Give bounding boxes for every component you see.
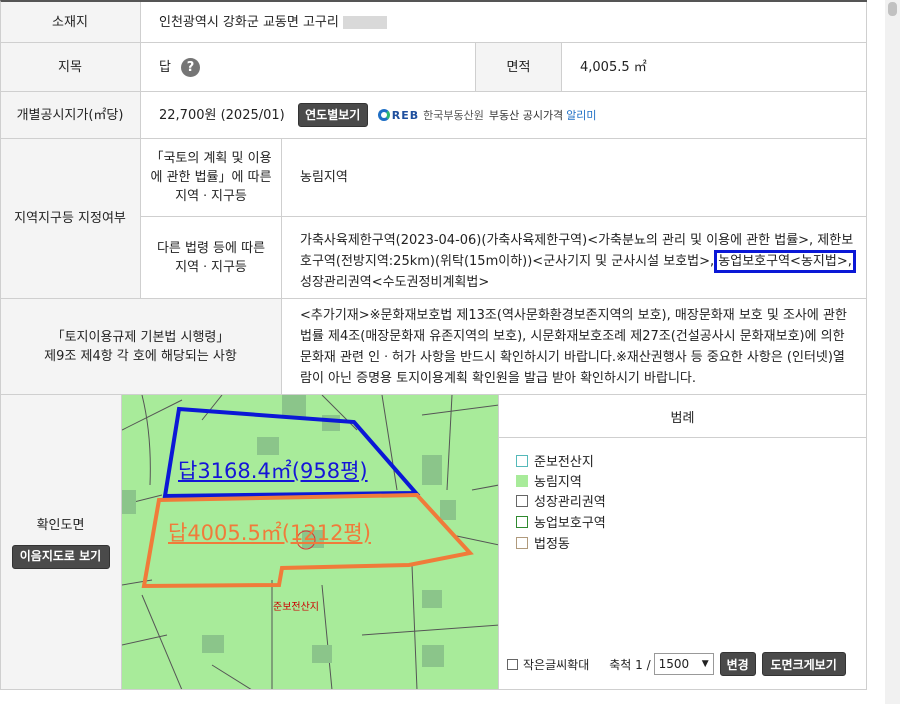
yearly-view-button[interactable]: 연도별보기 bbox=[297, 103, 368, 127]
legend-swatch bbox=[516, 515, 528, 528]
reb-logo-text: REB bbox=[391, 108, 420, 122]
zone-label: 준보전산지 bbox=[273, 602, 319, 613]
map-label: 확인도면 bbox=[36, 517, 85, 533]
legend-title: 범례 bbox=[670, 410, 695, 426]
map-control-bar: 작은글씨확대 축척 1 / 1500 ▼ 변경 도면크게보기 bbox=[507, 652, 862, 676]
reb-link[interactable]: REB 한국부동산원 부동산 공시가격 알리미 bbox=[377, 105, 597, 126]
scale-select-value: 1500 bbox=[658, 657, 690, 671]
national-law-value: 농림지역 bbox=[300, 170, 348, 185]
legend-label: 준보전산지 bbox=[534, 455, 594, 470]
area-cell: 4,005.5 ㎡ bbox=[562, 43, 867, 92]
regulation-header: 「토지이용규제 기본법 시행령」 제9조 제4항 각 호에 해당되는 사항 bbox=[0, 299, 282, 395]
national-law-header: 「국토의 계획 및 이용 에 관한 법률」에 따른 지역ㆍ지구등 bbox=[141, 139, 282, 217]
official-price-cell: 22,700원 (2025/01) 연도별보기 REB 한국부동산원 부동산 공… bbox=[141, 92, 867, 139]
legend-swatch bbox=[516, 536, 528, 549]
legend-swatch bbox=[516, 474, 528, 487]
chevron-down-icon: ▼ bbox=[701, 659, 709, 669]
other-law-cell: 가축사육제한구역(2023-04-06)(가축사육제한구역)<가축분뇨의 관리 … bbox=[282, 217, 867, 299]
scrollbar-thumb[interactable] bbox=[888, 2, 897, 16]
scale-label: 축척 1 / bbox=[609, 657, 651, 672]
map-header: 확인도면 이음지도로 보기 bbox=[0, 395, 122, 690]
legend-label: 법정동 bbox=[534, 537, 570, 552]
other-law-label: 다른 법령 등에 따른 지역ㆍ지구등 bbox=[156, 240, 266, 275]
legend-label: 농림지역 bbox=[534, 475, 582, 490]
small-text-label: 작은글씨확대 bbox=[523, 657, 590, 672]
legend-label: 농업보호구역 bbox=[534, 516, 606, 531]
regulation-cell: <추가기재>※문화재보호법 제13조(역사문화환경보존지역의 보호), 매장문화… bbox=[282, 299, 867, 395]
legend-label: 성장관리권역 bbox=[534, 495, 606, 510]
scale-change-button[interactable]: 변경 bbox=[719, 652, 756, 676]
eum-map-view-button[interactable]: 이음지도로 보기 bbox=[11, 544, 110, 569]
area-label: 면적 bbox=[506, 59, 531, 75]
small-text-checkbox[interactable] bbox=[507, 658, 518, 670]
legend-item-reserve-forest: 준보전산지 bbox=[516, 451, 594, 470]
land-use-plan-table: 소재지 인천광역시 강화군 교동면 고구리 지목 답 ? 면적 4,005.5 … bbox=[0, 0, 867, 690]
farmland-protection-highlight: 농업보호구역<농지법>, bbox=[714, 250, 856, 273]
area-header: 면적 bbox=[476, 43, 562, 92]
enlarge-map-button[interactable]: 도면크게보기 bbox=[761, 652, 846, 676]
vertical-scrollbar[interactable] bbox=[885, 0, 900, 704]
official-price-header: 개별공시지가(㎡당) bbox=[0, 92, 141, 139]
map-viewer[interactable]: 답3168.4㎡(958평) 답4005.5㎡(1212평) 준보전산지 bbox=[122, 395, 499, 690]
masked-lot-number bbox=[342, 15, 387, 29]
official-price-label: 개별공시지가(㎡당) bbox=[16, 107, 124, 123]
location-value: 인천광역시 강화군 교동면 고구리 bbox=[159, 14, 339, 30]
national-law-label: 「국토의 계획 및 이용 에 관한 법률」에 따른 지역ㆍ지구등 bbox=[150, 151, 272, 204]
reb-agency-name: 한국부동산원 bbox=[423, 108, 484, 122]
reb-service-app: 알리미 bbox=[566, 108, 597, 122]
land-category-value: 답 bbox=[159, 59, 171, 75]
legend-item-farmland-protection: 농업보호구역 bbox=[516, 512, 606, 531]
location-cell: 인천광역시 강화군 교동면 고구리 bbox=[141, 2, 867, 43]
location-label: 소재지 bbox=[52, 14, 88, 30]
blue-parcel-annotation: 답3168.4㎡(958평) bbox=[178, 459, 368, 483]
zoning-header: 지역지구등 지정여부 bbox=[0, 139, 141, 299]
legend-title-bar: 범례 bbox=[499, 395, 866, 438]
reb-logo-icon bbox=[377, 109, 390, 121]
reb-service-prefix: 부동산 공시가격 bbox=[488, 108, 564, 122]
scale-select[interactable]: 1500 ▼ bbox=[653, 653, 714, 675]
legend-item-legal-dong: 법정동 bbox=[516, 533, 570, 552]
land-category-header: 지목 bbox=[0, 43, 141, 92]
legend-swatch bbox=[516, 454, 528, 467]
area-value: 4,005.5 ㎡ bbox=[580, 59, 647, 75]
land-category-label: 지목 bbox=[58, 59, 82, 75]
zoning-label: 지역지구등 지정여부 bbox=[14, 211, 126, 226]
regulation-value: <추가기재>※문화재보호법 제13조(역사문화환경보존지역의 보호), 매장문화… bbox=[300, 307, 847, 386]
question-circle-icon[interactable]: ? bbox=[180, 57, 200, 77]
regulation-label: 「토지이용규제 기본법 시행령」 제9조 제4항 각 호에 해당되는 사항 bbox=[44, 329, 237, 364]
other-law-value-2: 성장관리권역<수도권정비계획법> bbox=[300, 275, 490, 290]
official-price-value: 22,700원 (2025/01) bbox=[159, 107, 285, 123]
land-category-cell: 답 ? bbox=[141, 43, 476, 92]
national-law-cell: 농림지역 bbox=[282, 139, 867, 217]
other-law-header: 다른 법령 등에 따른 지역ㆍ지구등 bbox=[141, 217, 282, 299]
legend-item-agricultural-forest: 농림지역 bbox=[516, 471, 582, 490]
legend-swatch bbox=[516, 494, 528, 507]
legend-item-growth-management: 성장관리권역 bbox=[516, 491, 606, 510]
location-header: 소재지 bbox=[0, 2, 141, 43]
orange-parcel-annotation: 답4005.5㎡(1212평) bbox=[168, 521, 371, 545]
